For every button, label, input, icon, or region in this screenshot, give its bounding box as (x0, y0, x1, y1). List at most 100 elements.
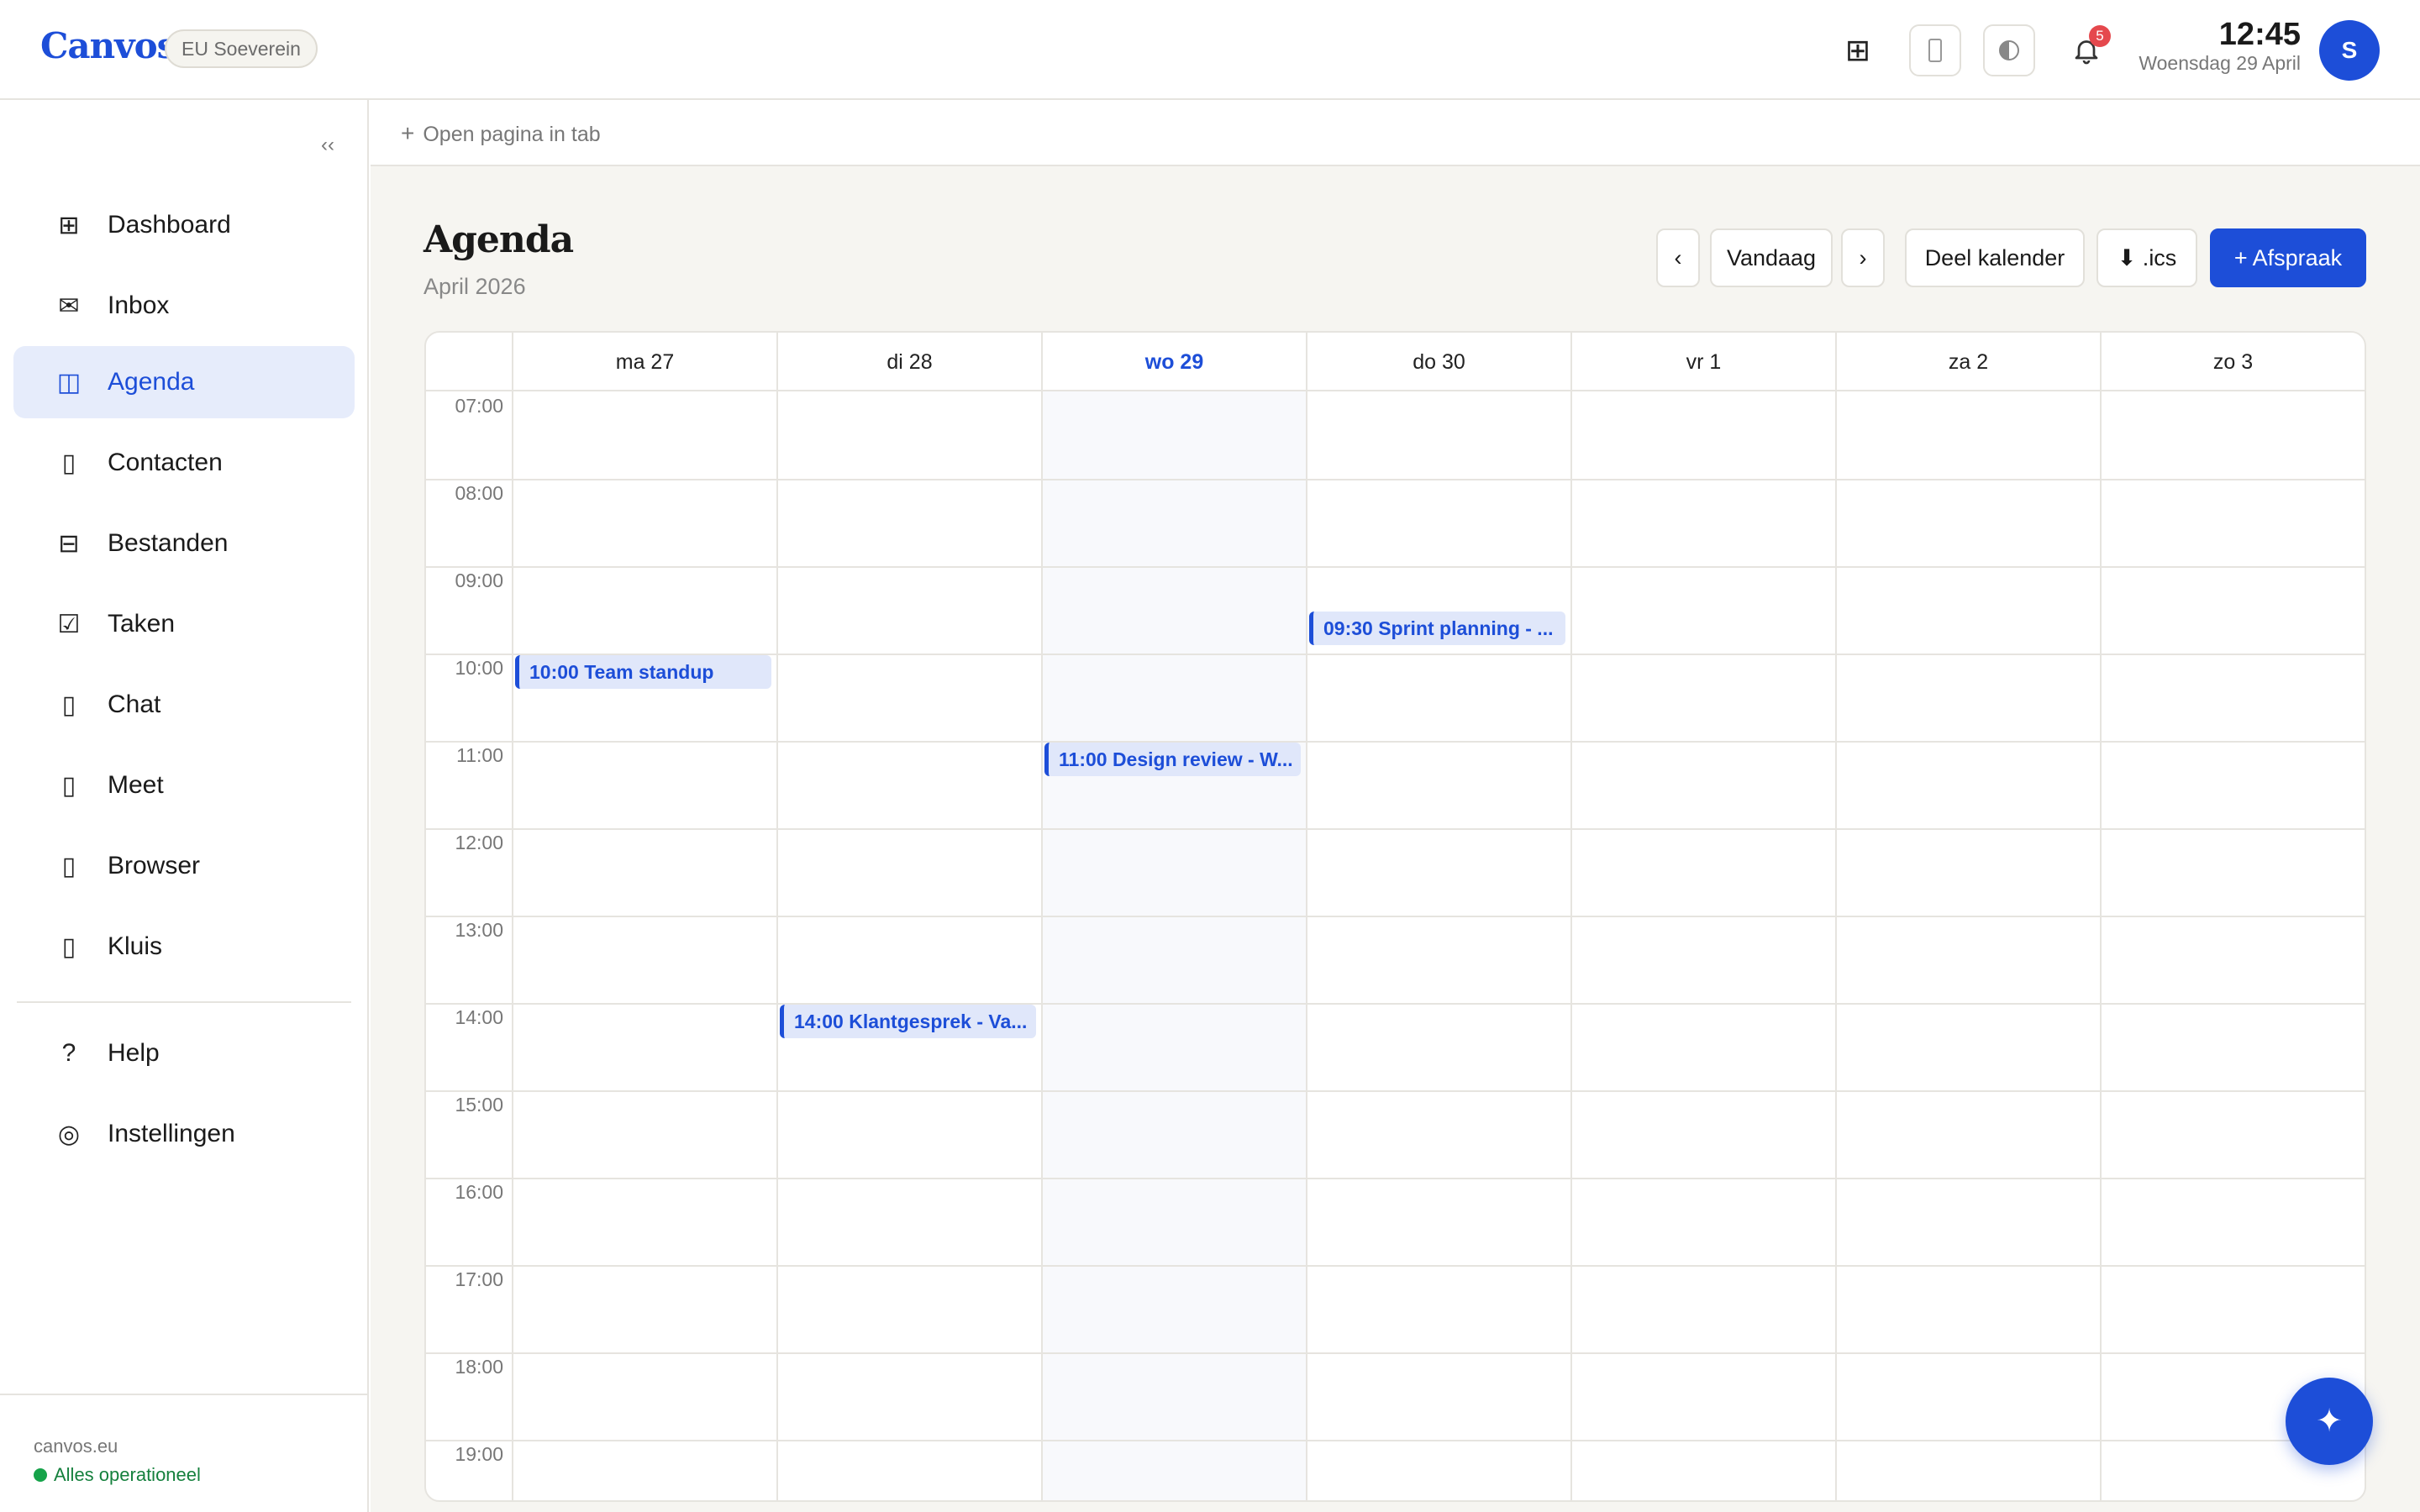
sidebar-item-label: Browser (108, 852, 201, 879)
sidebar-item-label: Kluis (108, 932, 163, 960)
browser-icon: ▯ (61, 852, 76, 880)
day-header[interactable]: vr 1 (1570, 333, 1835, 391)
sidebar-footer: canvos.eu Alles operationeel (0, 1394, 367, 1485)
sparkle-icon: ✦ (2316, 1404, 2343, 1439)
hour-label: 12:00 (455, 832, 503, 853)
panel-icon (1928, 39, 1942, 62)
grid-column-line (1835, 391, 1837, 1500)
app-logo[interactable]: Canvos (40, 25, 176, 66)
contacts-icon: ▯ (61, 449, 76, 477)
sidebar-item-label: Taken (108, 610, 176, 638)
system-status-label: Alles operationeel (54, 1464, 201, 1485)
calendar-event[interactable]: 09:30 Sprint planning - ... (1309, 612, 1565, 645)
grid-hour-line (426, 741, 2365, 743)
grid-hour-line (426, 1003, 2365, 1005)
open-in-tab-button[interactable]: + Open pagina in tab (401, 120, 601, 147)
user-avatar[interactable]: S (2319, 20, 2380, 81)
sidebar-item-agenda[interactable]: ◫ Agenda (13, 346, 355, 418)
sidebar-item-contacten[interactable]: ▯ Contacten (13, 427, 355, 499)
vault-icon: ▯ (61, 932, 76, 961)
grid-hour-line (426, 1265, 2365, 1267)
grid-column-line (1570, 391, 1572, 1500)
calendar-event[interactable]: 14:00 Klantgesprek - Va... (780, 1005, 1036, 1038)
hour-label: 13:00 (455, 919, 503, 941)
share-calendar-button[interactable]: Deel kalender (1905, 228, 2085, 287)
help-icon: ? (61, 1039, 76, 1067)
hour-label: 16:00 (455, 1181, 503, 1203)
settings-icon: ◎ (57, 1120, 81, 1148)
sidebar-item-label: Contacten (108, 449, 223, 476)
sidebar-item-label: Agenda (108, 368, 195, 396)
notification-count-badge: 5 (2089, 25, 2111, 47)
sovereignty-badge: EU Soeverein (165, 29, 318, 68)
chat-icon: ▯ (61, 690, 76, 719)
assistant-button[interactable]: ✦ (2286, 1378, 2373, 1465)
plus-icon: + (401, 120, 415, 146)
footer-domain[interactable]: canvos.eu (34, 1436, 118, 1457)
grid-hour-line (426, 916, 2365, 917)
sidebar-item-label: Chat (108, 690, 161, 718)
hour-label: 09:00 (455, 570, 503, 591)
day-header[interactable]: za 2 (1835, 333, 2100, 391)
mail-icon: ✉ (58, 291, 80, 320)
grid-hour-line (426, 1352, 2365, 1354)
sidebar-item-help[interactable]: ? Help (13, 1017, 355, 1089)
hour-label: 15:00 (455, 1094, 503, 1116)
sidebar-item-browser[interactable]: ▯ Browser (13, 830, 355, 902)
calendar-event[interactable]: 11:00 Design review - W... (1044, 743, 1301, 776)
sidebar-item-instellingen[interactable]: ◎ Instellingen (13, 1098, 355, 1170)
day-header[interactable]: ma 27 (512, 333, 776, 391)
system-status: Alles operationeel (34, 1464, 201, 1486)
today-button[interactable]: Vandaag (1710, 228, 1833, 287)
grid-column-line (2365, 391, 2366, 1500)
grid-hour-line (426, 828, 2365, 830)
meet-icon: ▯ (61, 771, 76, 800)
day-header[interactable]: zo 3 (2100, 333, 2365, 391)
grid-hour-line (426, 1090, 2365, 1092)
download-ics-button[interactable]: ⬇ .ics (2096, 228, 2197, 287)
sidebar-item-label: Dashboard (108, 211, 231, 239)
sidebar-item-label: Bestanden (108, 529, 229, 557)
theme-toggle-button[interactable] (1983, 24, 2035, 76)
next-week-button[interactable]: › (1841, 228, 1885, 287)
hour-label: 08:00 (455, 482, 503, 504)
grid-column-line (776, 391, 778, 1500)
day-header[interactable]: wo 29 (1041, 333, 1306, 391)
grid-column-line (1041, 391, 1043, 1500)
grid-icon: ⊞ (1844, 33, 1871, 67)
hour-label: 19:00 (455, 1443, 503, 1465)
sidebar-item-chat[interactable]: ▯ Chat (13, 669, 355, 741)
calendar-event[interactable]: 10:00 Team standup (515, 655, 771, 689)
sidebar-item-kluis[interactable]: ▯ Kluis (13, 911, 355, 983)
apps-grid-button[interactable]: ⊞ (1832, 24, 1884, 76)
sidebar-item-label: Inbox (108, 291, 170, 319)
sidebar-item-label: Help (108, 1039, 160, 1067)
grid-column-line (1306, 391, 1307, 1500)
tab-bar: + Open pagina in tab (371, 100, 2420, 166)
collapse-sidebar-button[interactable]: ‹‹ (321, 134, 334, 157)
clock-time: 12:45 (2218, 17, 2301, 52)
sidebar-divider (17, 1001, 351, 1003)
hour-label: 07:00 (455, 395, 503, 417)
panel-toggle-button[interactable] (1909, 24, 1961, 76)
top-bar: Canvos EU Soeverein ⊞ 5 12:45 Woensdag 2… (0, 0, 2420, 100)
files-icon: ⊟ (58, 529, 80, 558)
contrast-icon (1999, 40, 2019, 60)
current-month: April 2026 (424, 274, 526, 299)
new-appointment-button[interactable]: + Afspraak (2210, 228, 2366, 287)
day-header[interactable]: do 30 (1306, 333, 1570, 391)
grid-hour-line (426, 479, 2365, 480)
sidebar-item-taken[interactable]: ☑ Taken (13, 588, 355, 660)
sidebar-item-meet[interactable]: ▯ Meet (13, 749, 355, 822)
hour-label: 11:00 (456, 744, 503, 766)
sidebar-item-label: Instellingen (108, 1120, 235, 1147)
sidebar-item-bestanden[interactable]: ⊟ Bestanden (13, 507, 355, 580)
previous-week-button[interactable]: ‹ (1656, 228, 1700, 287)
hour-label: 18:00 (455, 1356, 503, 1378)
today-column-highlight (1041, 391, 1306, 1500)
hour-label: 14:00 (455, 1006, 503, 1028)
sidebar-item-inbox[interactable]: ✉ Inbox (13, 270, 355, 342)
sidebar-item-dashboard[interactable]: ⊞ Dashboard (13, 189, 355, 261)
page-title: Agenda (424, 218, 574, 261)
day-header[interactable]: di 28 (776, 333, 1041, 391)
